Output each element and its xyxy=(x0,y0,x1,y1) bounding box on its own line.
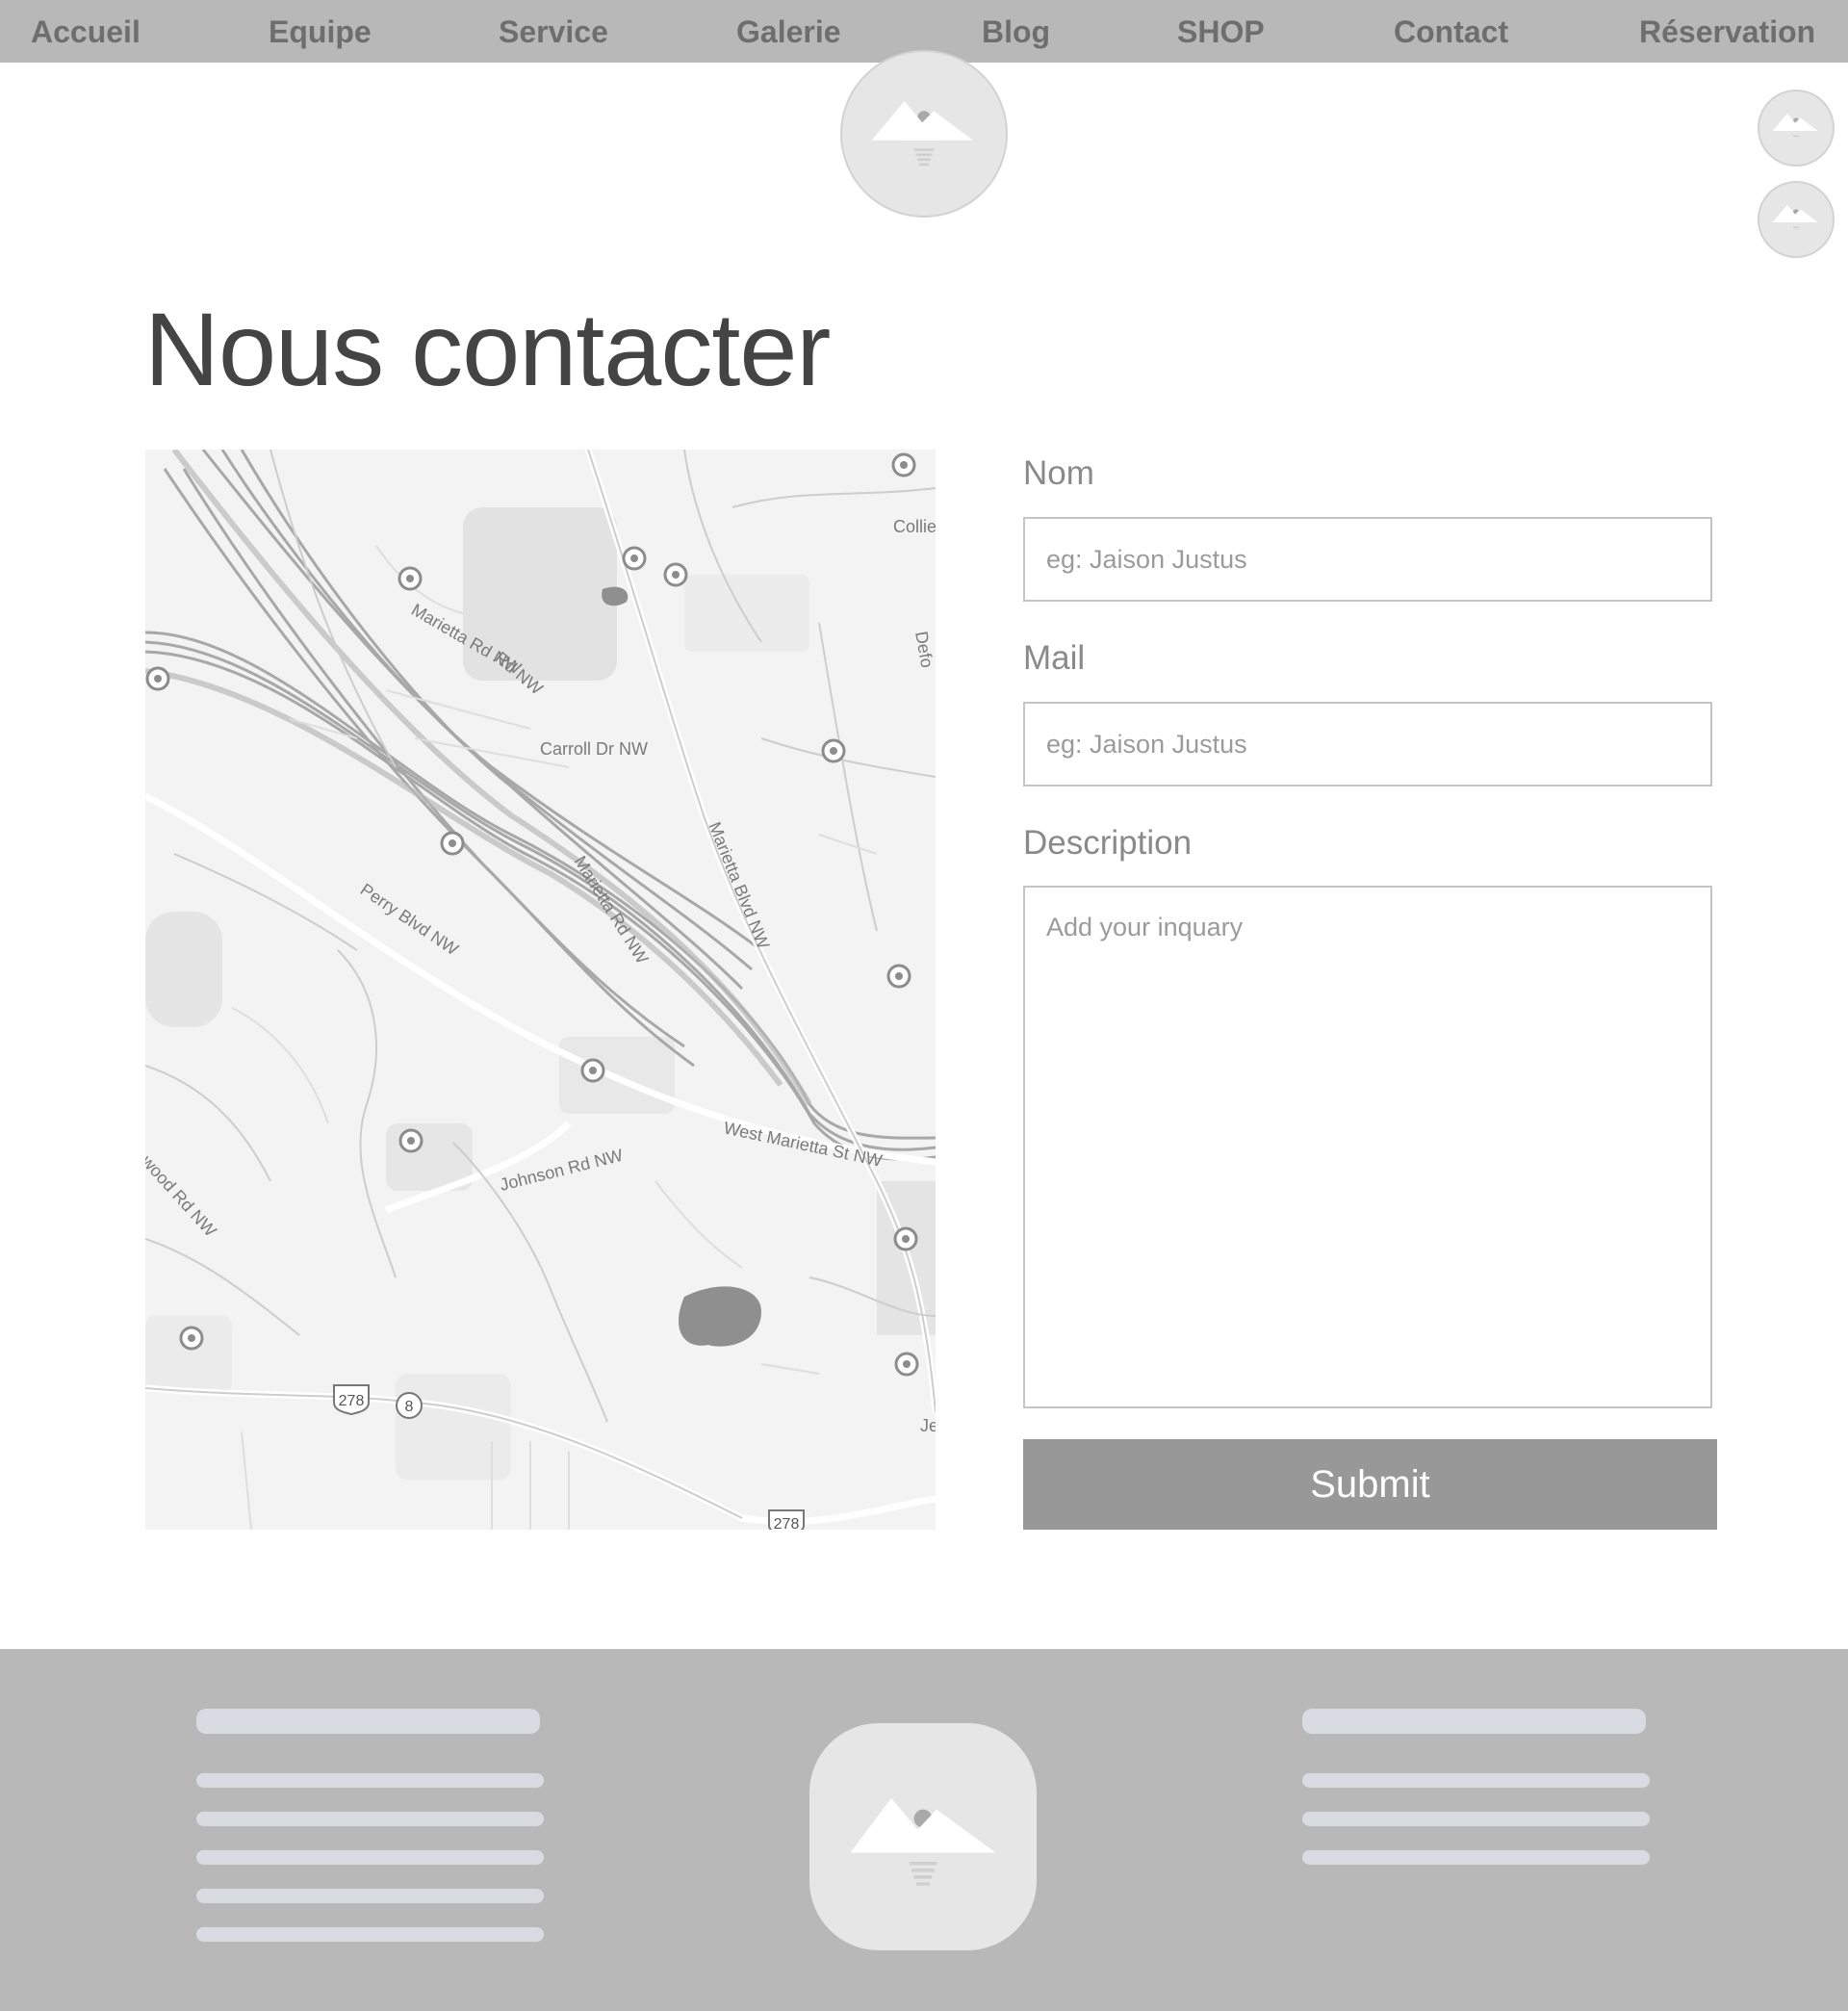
mail-label: Mail xyxy=(1023,639,1086,677)
image-placeholder-icon xyxy=(1772,113,1818,138)
footer-left-line-placeholder xyxy=(196,1773,544,1788)
side-icon-top[interactable] xyxy=(1758,90,1835,167)
name-label: Nom xyxy=(1023,454,1094,492)
nav-item-service[interactable]: Service xyxy=(499,0,608,63)
nav-item-accueil[interactable]: Accueil xyxy=(31,0,141,63)
name-input[interactable] xyxy=(1023,517,1712,602)
image-placeholder-icon xyxy=(871,101,973,167)
footer-left-line-placeholder xyxy=(196,1927,544,1942)
header-logo[interactable] xyxy=(840,50,1008,218)
map-image: Rd NW Marietta Rd NW Carroll Dr NW Marie… xyxy=(145,450,936,1530)
street-label: Collie xyxy=(893,517,936,536)
page-title: Nous contacter xyxy=(144,291,831,407)
footer-left-line-placeholder xyxy=(196,1889,544,1903)
nav-item-contact[interactable]: Contact xyxy=(1394,0,1508,63)
side-icon-bottom[interactable] xyxy=(1758,181,1835,258)
street-label: Je xyxy=(920,1416,936,1435)
image-placeholder-icon xyxy=(1772,204,1818,229)
nav-item-reservation[interactable]: Réservation xyxy=(1639,0,1815,63)
nav-item-equipe[interactable]: Equipe xyxy=(269,0,372,63)
nav-item-shop[interactable]: SHOP xyxy=(1177,0,1265,63)
footer-right-line-placeholder xyxy=(1302,1773,1650,1788)
footer-logo[interactable] xyxy=(809,1723,1037,1950)
route-shield: 278 xyxy=(774,1516,800,1530)
footer-right-line-placeholder xyxy=(1302,1812,1650,1826)
route-shield: 8 xyxy=(405,1399,414,1415)
footer-right-heading-placeholder xyxy=(1302,1709,1646,1734)
footer-left-heading-placeholder xyxy=(196,1709,540,1734)
street-label: Carroll Dr NW xyxy=(540,739,648,759)
nav-item-galerie[interactable]: Galerie xyxy=(736,0,841,63)
footer-right-line-placeholder xyxy=(1302,1850,1650,1865)
route-shield: 278 xyxy=(339,1393,365,1409)
footer-left-line-placeholder xyxy=(196,1850,544,1865)
footer-left-line-placeholder xyxy=(196,1812,544,1826)
location-map[interactable]: Rd NW Marietta Rd NW Carroll Dr NW Marie… xyxy=(145,450,936,1530)
mail-input[interactable] xyxy=(1023,702,1712,786)
submit-button[interactable]: Submit xyxy=(1023,1439,1717,1530)
description-textarea[interactable] xyxy=(1023,886,1712,1408)
image-placeholder-icon xyxy=(850,1797,996,1886)
description-label: Description xyxy=(1023,824,1193,862)
